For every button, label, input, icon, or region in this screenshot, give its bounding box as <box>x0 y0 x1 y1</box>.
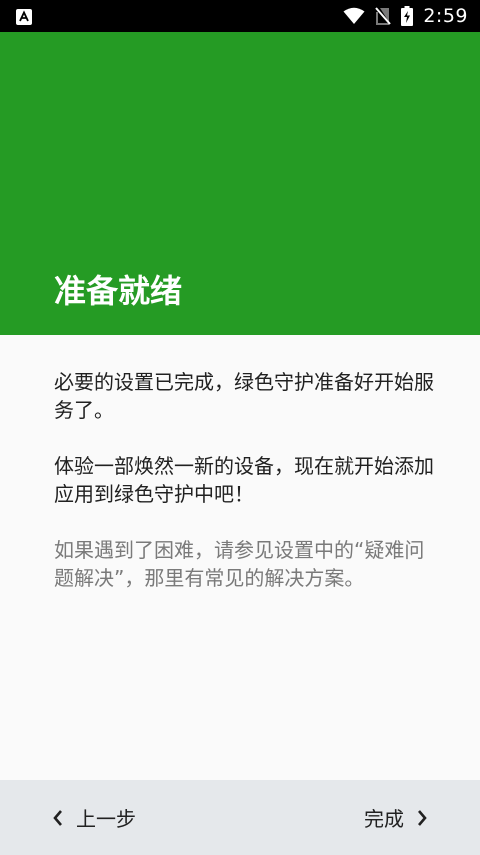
navigation-bar: 上一步 完成 <box>0 780 480 855</box>
page-title: 准备就绪 <box>54 272 183 310</box>
setup-complete-text: 必要的设置已完成，绿色守护准备好开始服务了。 <box>54 370 434 422</box>
done-button-label: 完成 <box>364 807 404 831</box>
battery-charging-icon <box>401 6 414 26</box>
chevron-right-icon <box>418 809 427 826</box>
done-button[interactable]: 完成 <box>364 780 428 855</box>
getting-started-text: 体验一部焕然一新的设备，现在就开始添加应用到绿色守护中吧！ <box>54 454 434 506</box>
troubleshooting-text: 如果遇到了困难，请参见设置中的“疑难问题解决”，那里有常见的解决方案。 <box>54 538 425 590</box>
content-body: 必要的设置已完成，绿色守护准备好开始服务了。 体验一部焕然一新的设备，现在就开始… <box>54 368 434 620</box>
chevron-left-icon <box>53 809 62 826</box>
status-icons: 2:59 <box>343 0 468 32</box>
back-button[interactable]: 上一步 <box>52 780 136 855</box>
status-time: 2:59 <box>423 5 468 27</box>
status-bar: 2:59 <box>0 0 480 32</box>
wifi-icon <box>343 7 365 24</box>
header-banner: 准备就绪 <box>0 32 480 335</box>
back-button-label: 上一步 <box>76 807 136 831</box>
no-sim-icon <box>375 7 392 25</box>
keyboard-a-icon <box>16 9 32 25</box>
